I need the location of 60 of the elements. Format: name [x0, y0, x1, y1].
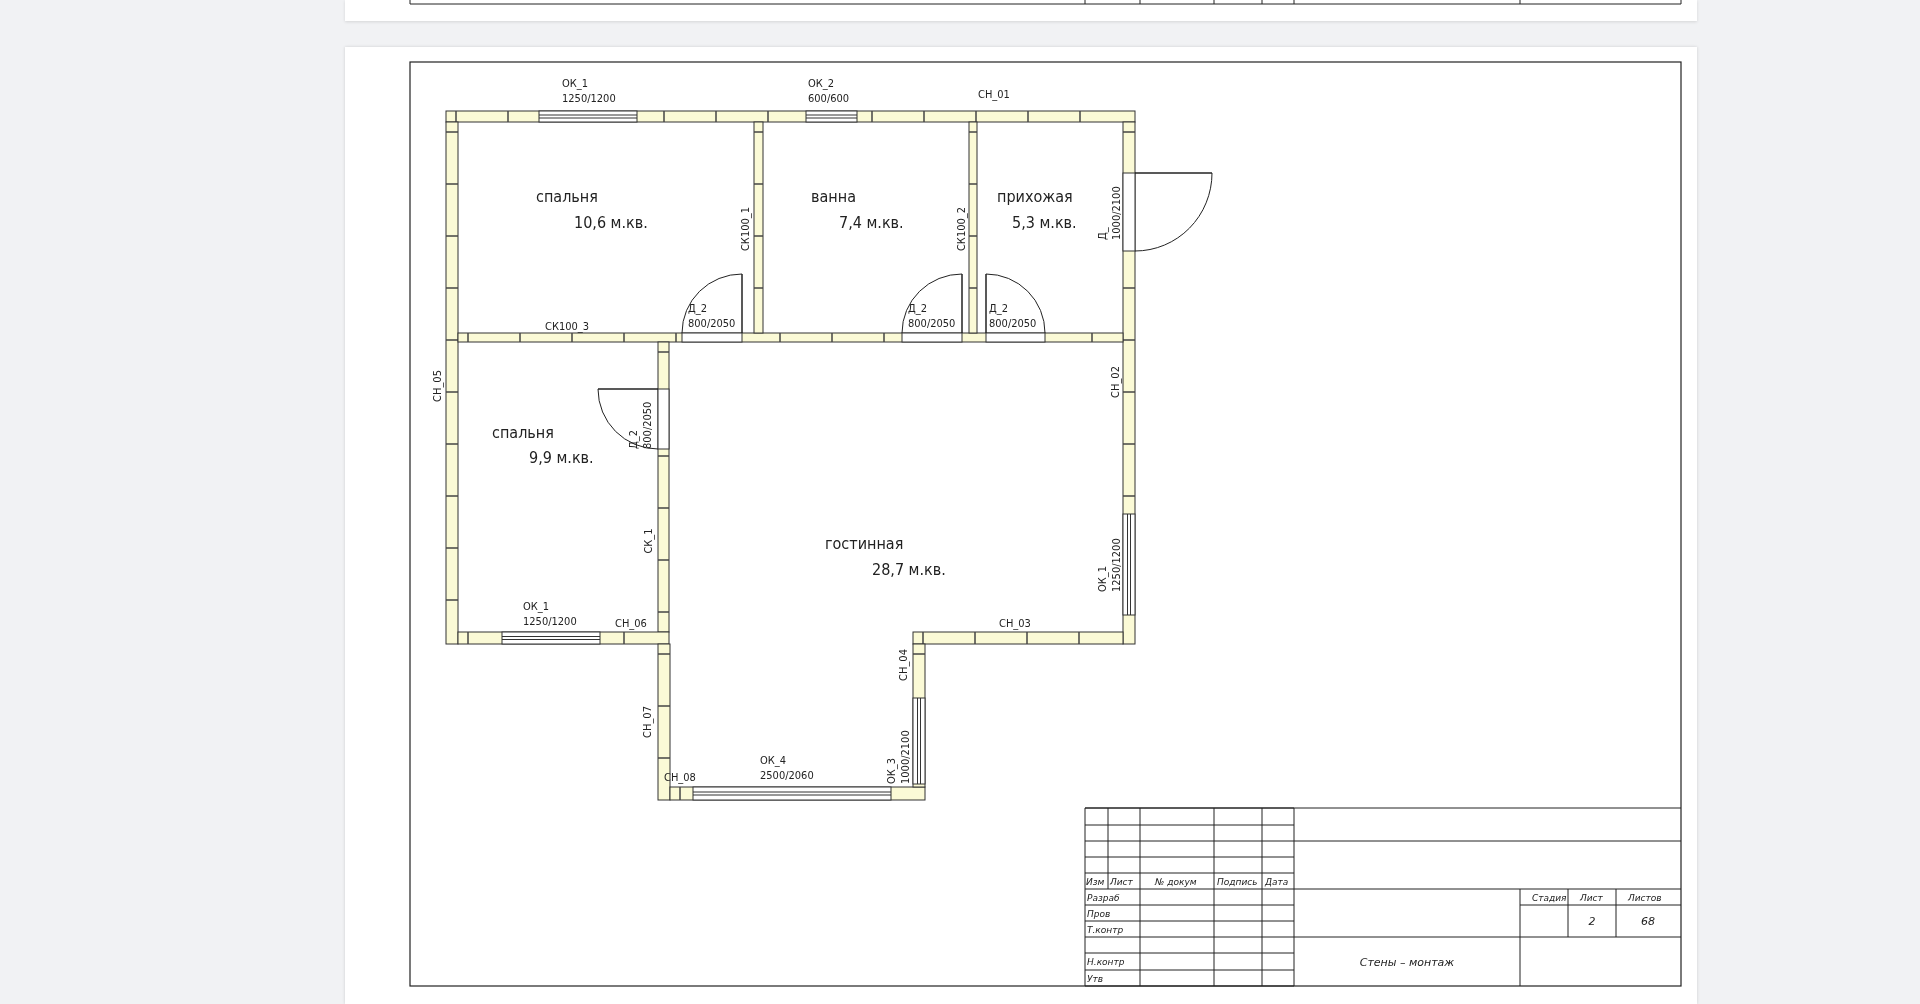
- opening-size: 1250/1200: [562, 92, 616, 105]
- opening-size: 1000/2100: [1110, 186, 1123, 240]
- opening-mark: ОК_3: [885, 757, 898, 784]
- wall-label: СН_05: [431, 370, 444, 402]
- room-area: 10,6 м.кв.: [574, 213, 648, 232]
- title-block-label: Н.контр: [1087, 957, 1125, 967]
- wall-label: СН_06: [615, 617, 647, 630]
- title-block-label: Утв: [1087, 974, 1104, 984]
- title-block-label: Лист: [1580, 893, 1603, 903]
- room-name: ванна: [811, 187, 856, 206]
- wall-label: СН_08: [664, 771, 696, 784]
- drawing-title: Стены – монтаж: [1359, 956, 1455, 969]
- room-area: 5,3 м.кв.: [1012, 213, 1077, 232]
- wall-label: СК100_2: [955, 206, 968, 252]
- opening-mark: Д_2: [688, 302, 707, 315]
- title-block-label: Разраб: [1087, 893, 1120, 903]
- room-name: гостинная: [825, 534, 904, 553]
- title-block-label: Стадия: [1532, 893, 1567, 903]
- opening-size: 1000/2100: [899, 730, 912, 784]
- opening-size: 800/2050: [688, 317, 736, 330]
- opening-size: 1250/1200: [523, 615, 577, 628]
- opening-mark: ОК_1: [562, 77, 589, 90]
- opening-size: 800/2050: [908, 317, 956, 330]
- opening-mark: Д_2: [908, 302, 927, 315]
- opening-mark: ОК_2: [808, 77, 835, 90]
- room-name: спальня: [536, 187, 598, 206]
- room-area: 28,7 м.кв.: [872, 560, 946, 579]
- opening-mark: Д_2: [989, 302, 1008, 315]
- title-block-label: Дата: [1265, 877, 1289, 887]
- opening-size: 800/2050: [989, 317, 1037, 330]
- room-area: 9,9 м.кв.: [529, 448, 594, 467]
- title-block-label: Подпись: [1217, 877, 1258, 887]
- wall-label: СН_03: [999, 617, 1031, 630]
- title-block-label: Пров: [1087, 909, 1111, 919]
- opening-mark: Д_: [1096, 227, 1109, 240]
- wall-label: СК_1: [642, 528, 655, 554]
- room-name: прихожая: [997, 187, 1073, 206]
- sheet-count: 68: [1641, 915, 1655, 928]
- opening-mark: ОК_1: [523, 600, 550, 613]
- opening-mark: ОК_1: [1096, 565, 1109, 592]
- title-block-label: № докум: [1155, 877, 1197, 887]
- opening-size: 800/2050: [641, 401, 654, 449]
- opening-mark: Д_2: [627, 430, 640, 449]
- sheet-number: 2: [1588, 915, 1596, 928]
- title-block-label: Изм: [1086, 877, 1105, 887]
- opening-size: 600/600: [808, 92, 850, 105]
- wall-label: СК100_1: [739, 206, 752, 252]
- opening-size: 2500/2060: [760, 769, 814, 782]
- wall-label: СН_07: [641, 706, 654, 738]
- wall-label: СН_01: [978, 88, 1010, 101]
- opening-size: 1250/1200: [1110, 538, 1123, 592]
- title-block-label: Лист: [1110, 877, 1133, 887]
- opening-mark: ОК_4: [760, 754, 787, 767]
- room-area: 7,4 м.кв.: [839, 213, 904, 232]
- title-block-label: Листов: [1628, 893, 1662, 903]
- wall-label: СК100_3: [545, 320, 590, 333]
- title-block-label: Т.контр: [1087, 925, 1124, 935]
- room-name: спальня: [492, 423, 554, 442]
- wall-label: СН_02: [1109, 366, 1122, 398]
- wall-label: СН_04: [897, 649, 910, 681]
